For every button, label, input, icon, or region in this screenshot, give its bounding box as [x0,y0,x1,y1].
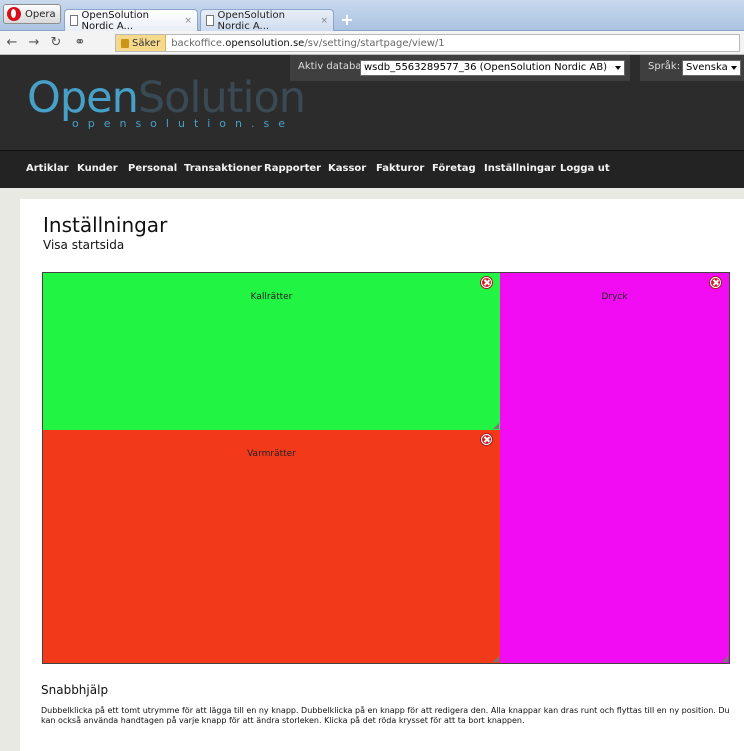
nav-item-kassor[interactable]: Kassor [328,163,366,174]
browser-tab[interactable]: OpenSolution Nordic A... × [200,9,334,32]
nav-item-fakturor[interactable]: Fakturor [376,163,424,174]
url-path: /sv/setting/startpage/view/1 [304,37,445,49]
logo-subtitle: opensolution.se [72,117,295,130]
resize-handle[interactable] [493,656,499,662]
nav-item-logga-ut[interactable]: Logga ut [560,163,610,174]
nav-item-rapporter[interactable]: Rapporter [264,163,321,174]
database-panel: Aktiv databas: wsdb_5563289577_36 (OpenS… [290,55,630,81]
tile-label: Dryck [601,292,628,302]
opera-menu-label: Opera [25,8,56,20]
page-icon [70,15,78,26]
url-domain: opensolution.se [225,37,305,49]
tab-title: OpenSolution Nordic A... [217,9,285,32]
close-tab-icon[interactable]: × [320,16,328,26]
database-select-value: wsdb_5563289577_36 (OpenSolution Nordic … [364,62,608,73]
opensolution-logo[interactable]: OpenSolution [27,73,306,123]
secure-label: Säker [132,37,161,49]
quick-help-title: Snabbhjälp [41,683,109,697]
close-tab-icon[interactable]: × [184,16,192,26]
nav-item-personal[interactable]: Personal [128,163,177,174]
browser-tab-bar: Opera OpenSolution Nordic A... × OpenSol… [0,0,744,32]
page-title: Inställningar [43,213,168,237]
quick-help-text: Dubbelklicka på ett tomt utrymme för att… [41,706,730,725]
tile-label: Varmrätter [247,449,296,459]
language-panel: Språk: Svenska [640,55,744,81]
browser-tab-active[interactable]: OpenSolution Nordic A... × [64,9,198,32]
site-header: OpenSolution opensolution.se Aktiv datab… [0,55,744,150]
nav-item-kunder[interactable]: Kunder [77,163,118,174]
startpage-board[interactable]: Kallrätter Dryck Varmrätter [42,272,730,664]
language-label: Språk: [648,61,681,72]
main-navigation: Artiklar Kunder Personal Transaktioner R… [0,150,744,188]
tile-label: Kallrätter [250,292,293,302]
resize-handle[interactable] [493,423,499,429]
content-panel: Inställningar Visa startsida Kallrätter … [20,199,744,751]
nav-item-foretag[interactable]: Företag [432,163,476,174]
address-bar: ← → ↻ ⚭ Säker backoffice.opensolution.se… [0,31,744,55]
tile-button-kallratter[interactable]: Kallrätter [43,273,500,430]
new-tab-button[interactable]: + [338,11,356,29]
tile-button-varmratter[interactable]: Varmrätter [43,430,500,663]
opera-menu-button[interactable]: Opera [3,4,61,24]
nav-item-installningar[interactable]: Inställningar [484,163,556,174]
logo-solution: Solution [137,73,306,123]
url-prefix: backoffice. [171,37,226,49]
url-field[interactable]: Säker backoffice.opensolution.se/sv/sett… [115,34,740,52]
tab-title: OpenSolution Nordic A... [81,9,149,32]
language-select[interactable]: Svenska [682,60,741,76]
dropdown-arrow-icon [615,66,621,70]
opera-logo-icon [7,7,21,21]
tile-button-dryck[interactable]: Dryck [500,273,729,663]
key-icon[interactable]: ⚭ [72,35,88,51]
url-text: backoffice.opensolution.se/sv/setting/st… [166,38,444,49]
logo-open: Open [27,73,139,123]
lock-icon [121,38,129,48]
language-select-value: Svenska [686,62,728,73]
dropdown-arrow-icon [731,66,737,70]
page-icon [206,15,214,26]
reload-icon[interactable]: ↻ [48,35,64,51]
delete-x-icon[interactable] [481,277,492,288]
forward-arrow-icon[interactable]: → [26,35,42,51]
nav-item-transaktioner[interactable]: Transaktioner [184,163,262,174]
delete-x-icon[interactable] [710,277,721,288]
back-arrow-icon[interactable]: ← [4,35,20,51]
resize-handle[interactable] [722,656,728,662]
database-select[interactable]: wsdb_5563289577_36 (OpenSolution Nordic … [360,60,625,76]
page-subtitle: Visa startsida [43,238,125,252]
delete-x-icon[interactable] [481,434,492,445]
nav-item-artiklar[interactable]: Artiklar [26,163,69,174]
secure-badge[interactable]: Säker [116,35,167,51]
